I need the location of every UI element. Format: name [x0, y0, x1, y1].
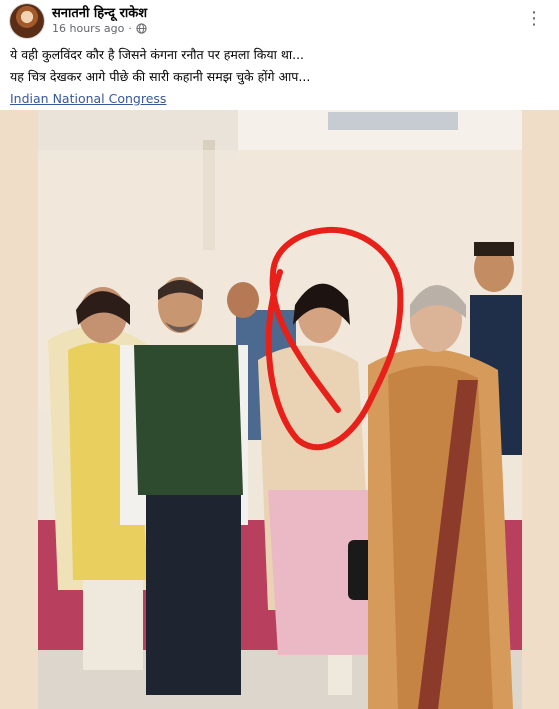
post-photo-frame[interactable]	[0, 110, 559, 709]
hashtag-link[interactable]: Indian National Congress	[10, 88, 166, 110]
more-options-icon: ⋮	[525, 8, 543, 29]
post-photo[interactable]	[38, 110, 522, 709]
globe-icon[interactable]	[136, 23, 147, 34]
photo-illustration	[38, 110, 522, 709]
post-header: सनातनी हिन्दू राकेश 16 hours ago · ⋮	[0, 0, 559, 42]
more-options-button[interactable]: ⋮	[523, 8, 545, 30]
post-time[interactable]: 16 hours ago	[52, 22, 124, 35]
post-text-line-2: यह चित्र देखकर आगे पीछे की सारी कहानी सम…	[10, 69, 311, 84]
author-avatar[interactable]	[10, 4, 44, 38]
author-name[interactable]: सनातनी हिन्दू राकेश	[52, 3, 147, 21]
post-text-line-1: ये वही कुलविंदर कौर है जिसने कंगना रनौत …	[10, 47, 305, 62]
post-meta: 16 hours ago ·	[52, 22, 147, 35]
meta-separator: ·	[128, 22, 132, 35]
facebook-post: सनातनी हिन्दू राकेश 16 hours ago · ⋮ ये …	[0, 0, 559, 709]
post-text: ये वही कुलविंदर कौर है जिसने कंगना रनौत …	[10, 44, 550, 110]
